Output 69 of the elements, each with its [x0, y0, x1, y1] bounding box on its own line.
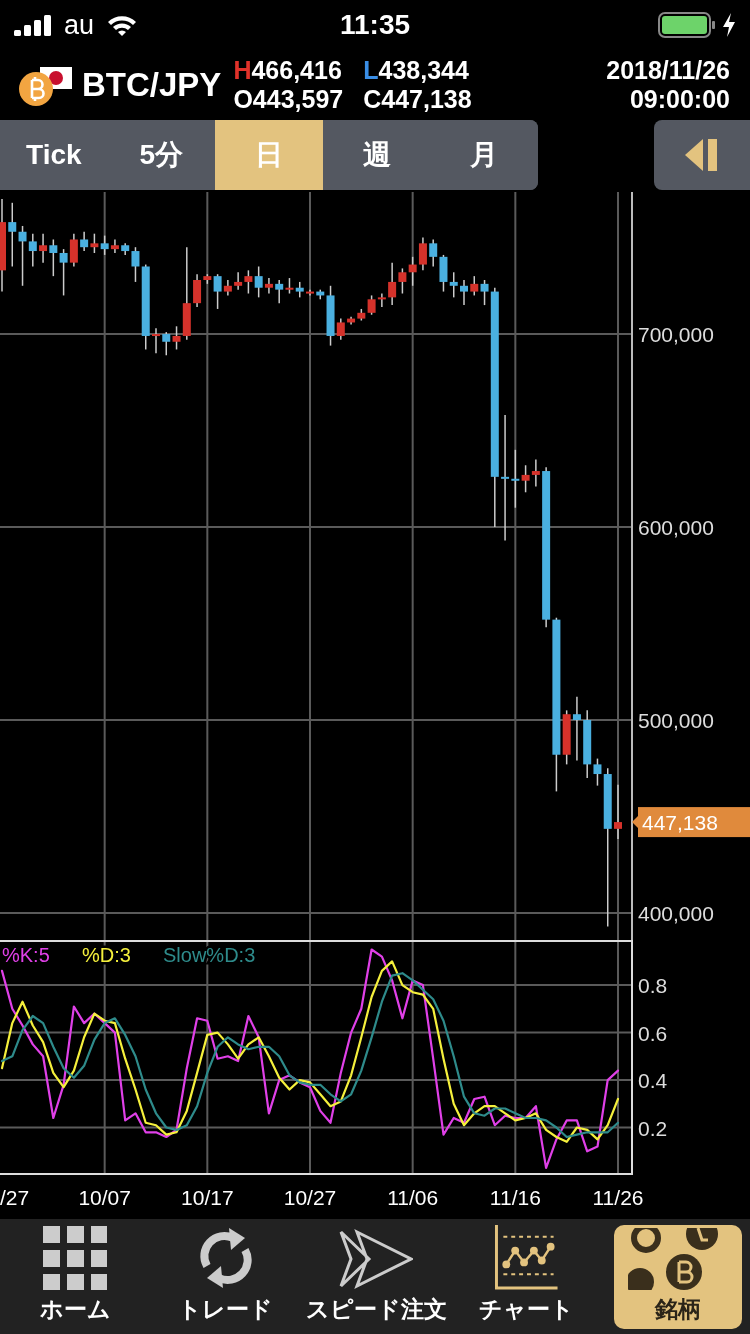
candlestick: [162, 331, 171, 356]
candlestick: [572, 696, 581, 762]
currency-pair: BTC/JPY: [82, 66, 222, 104]
axis-label: 0.8: [638, 974, 668, 998]
price-value: H466,416: [233, 56, 343, 85]
axis-label: 700,000: [638, 323, 714, 347]
line-chart-icon: [493, 1225, 560, 1290]
axis-label: 600,000: [638, 516, 714, 539]
candlestick: [439, 254, 448, 293]
candlestick: [470, 275, 479, 297]
nav-tab[interactable]: チャート: [451, 1225, 602, 1329]
candlestick: [110, 238, 119, 254]
candlestick: [39, 232, 48, 264]
double-arrow-icon: [339, 1228, 414, 1290]
candlestick: [244, 269, 253, 295]
axis-label: 0.6: [638, 1021, 668, 1045]
candlestick: [449, 271, 458, 299]
charging-bolt-icon: [722, 13, 736, 37]
price-value: O443,597: [233, 85, 344, 114]
candlestick: [614, 784, 622, 840]
candlestick: [347, 315, 356, 326]
candlestick: [418, 236, 427, 272]
candlestick: [49, 238, 58, 277]
axis-label: 500,000: [638, 709, 714, 732]
date: 2018/11/26: [606, 56, 730, 85]
axis-label: 11/06: [387, 1186, 439, 1209]
candlestick: [8, 202, 17, 268]
candlestick: [80, 231, 89, 252]
axis-label: 400,000: [638, 902, 714, 925]
candlestick: [429, 238, 438, 268]
candlestick: [531, 458, 540, 488]
axis-label: 10/07: [78, 1186, 131, 1209]
nav-tab[interactable]: ホーム: [0, 1225, 151, 1329]
candlestick: [69, 232, 78, 268]
axis-label: 11/26: [592, 1186, 644, 1209]
candlestick: [377, 292, 386, 308]
axis-label: 10/27: [283, 1186, 337, 1209]
legend-label: %K:5: [2, 944, 50, 966]
candlestick: [285, 277, 294, 295]
candlestick: [460, 279, 468, 306]
candlestick: [152, 327, 160, 355]
collapse-icon: [685, 137, 719, 173]
grid-icon: [43, 1226, 108, 1290]
carrier-name: au: [64, 9, 95, 41]
axis-label: 10/17: [181, 1186, 234, 1209]
candlestick: [90, 232, 99, 254]
nav-tab[interactable]: スピード注文: [301, 1225, 452, 1329]
clock-time: 11:35: [339, 9, 411, 41]
wifi-icon: [106, 13, 139, 37]
axis-label: 0.4: [638, 1069, 668, 1093]
legend-label: %D:3: [82, 944, 131, 966]
candlestick: [234, 271, 243, 291]
price-value: L438,344: [363, 56, 470, 85]
nav-tab[interactable]: トレード: [150, 1225, 301, 1329]
axis-label: 0.2: [638, 1116, 668, 1140]
axis-label: 11/16: [489, 1186, 541, 1209]
candlestick: [275, 279, 284, 304]
nav-tab[interactable]: 銘柄: [614, 1225, 742, 1329]
candlestick: [295, 281, 304, 299]
price-value: C447,138: [363, 85, 472, 114]
battery-icon: [658, 12, 716, 38]
collapse-button[interactable]: [654, 120, 750, 190]
candlestick: [408, 256, 417, 287]
time: 09:00:00: [628, 85, 730, 114]
candlestick: [59, 248, 68, 297]
candlestick: [306, 288, 314, 297]
axis-label: /27: [0, 1186, 30, 1209]
candlestick: [100, 234, 109, 256]
signal-icon: [14, 14, 54, 36]
